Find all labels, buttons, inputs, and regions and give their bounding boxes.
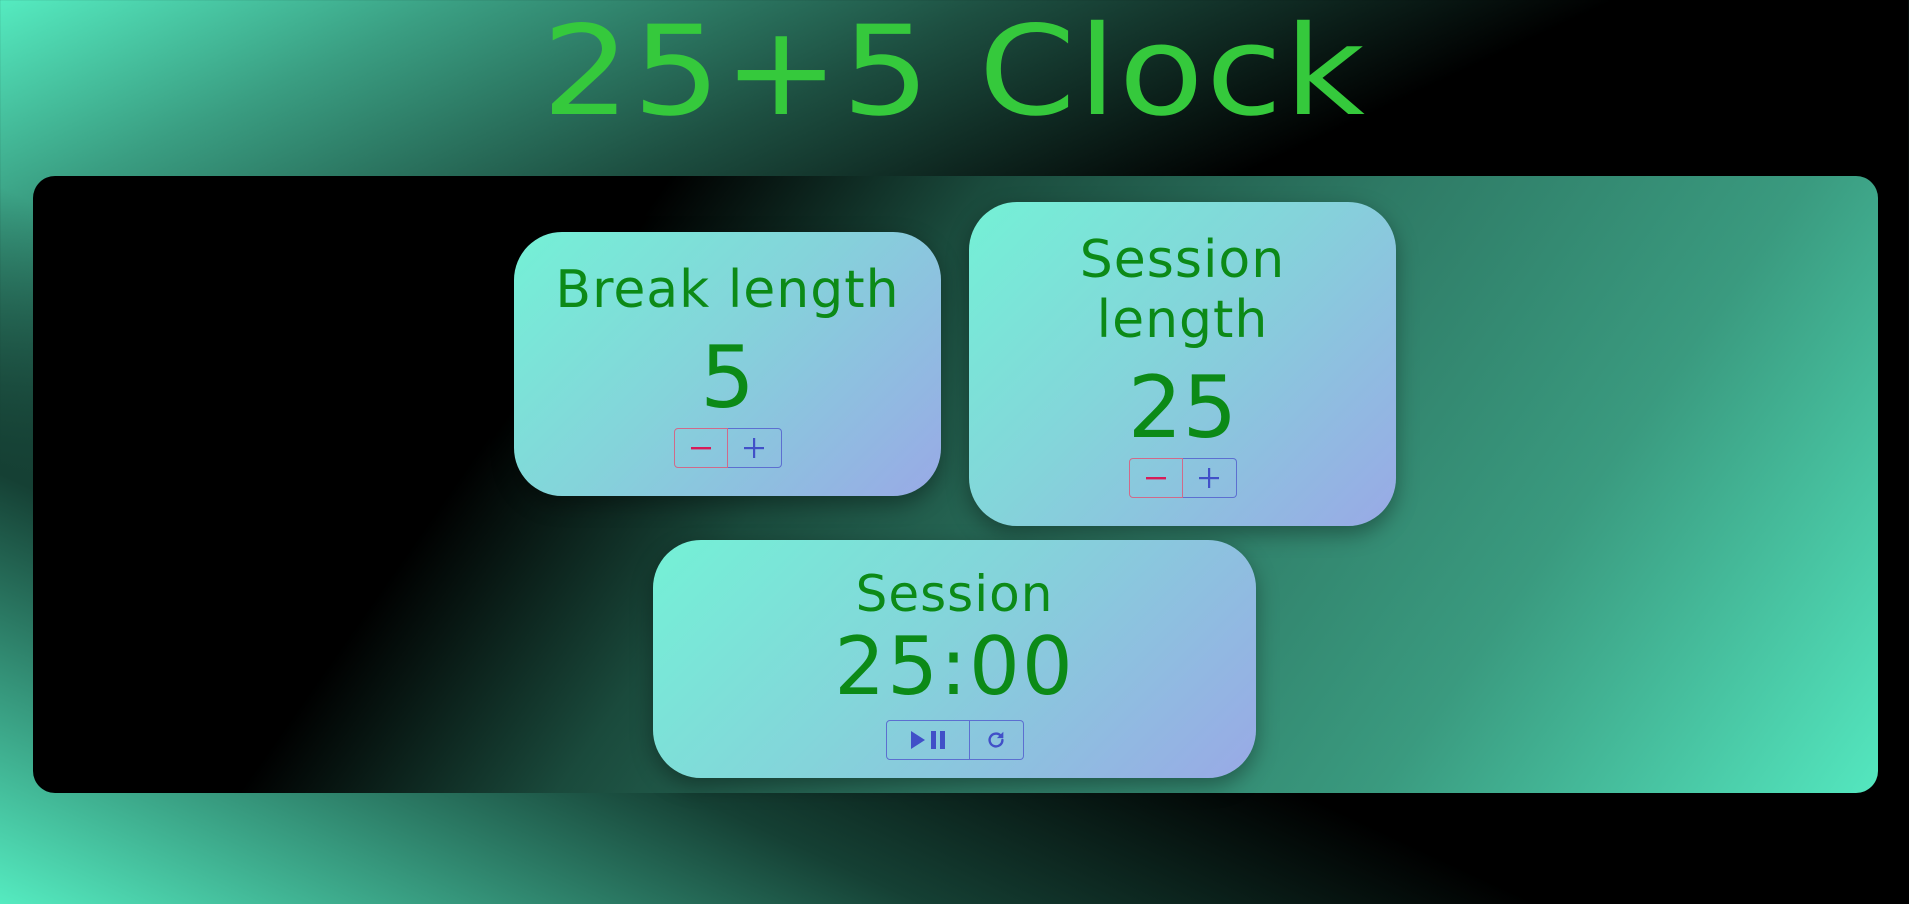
break-decrement-button[interactable] [673,428,728,468]
reset-button[interactable] [969,720,1024,760]
session-length-value: 25 [1127,358,1238,458]
timer-label: Session [855,565,1054,623]
session-length-label: Session length [1079,230,1286,350]
minus-icon [690,446,711,450]
plus-icon [744,438,764,458]
play-icon [910,731,925,749]
break-controls [673,428,782,468]
break-label: Break length [555,260,900,320]
time-left-display: 25:00 [834,620,1075,713]
session-length-card: Session length 25 [969,202,1396,526]
break-length-value: 5 [700,328,755,428]
pause-icon [930,731,945,749]
reset-icon [985,729,1007,751]
break-increment-button[interactable] [727,428,782,468]
start-stop-button[interactable] [885,720,970,760]
break-length-card: Break length 5 [514,232,941,496]
app-title: 25+5 Clock [541,0,1368,144]
timer-controls [885,720,1024,760]
session-increment-button[interactable] [1182,458,1237,498]
minus-icon [1145,476,1166,480]
plus-icon [1199,468,1219,488]
session-controls [1128,458,1237,498]
session-decrement-button[interactable] [1128,458,1183,498]
timer-card: Session 25:00 [653,540,1256,778]
